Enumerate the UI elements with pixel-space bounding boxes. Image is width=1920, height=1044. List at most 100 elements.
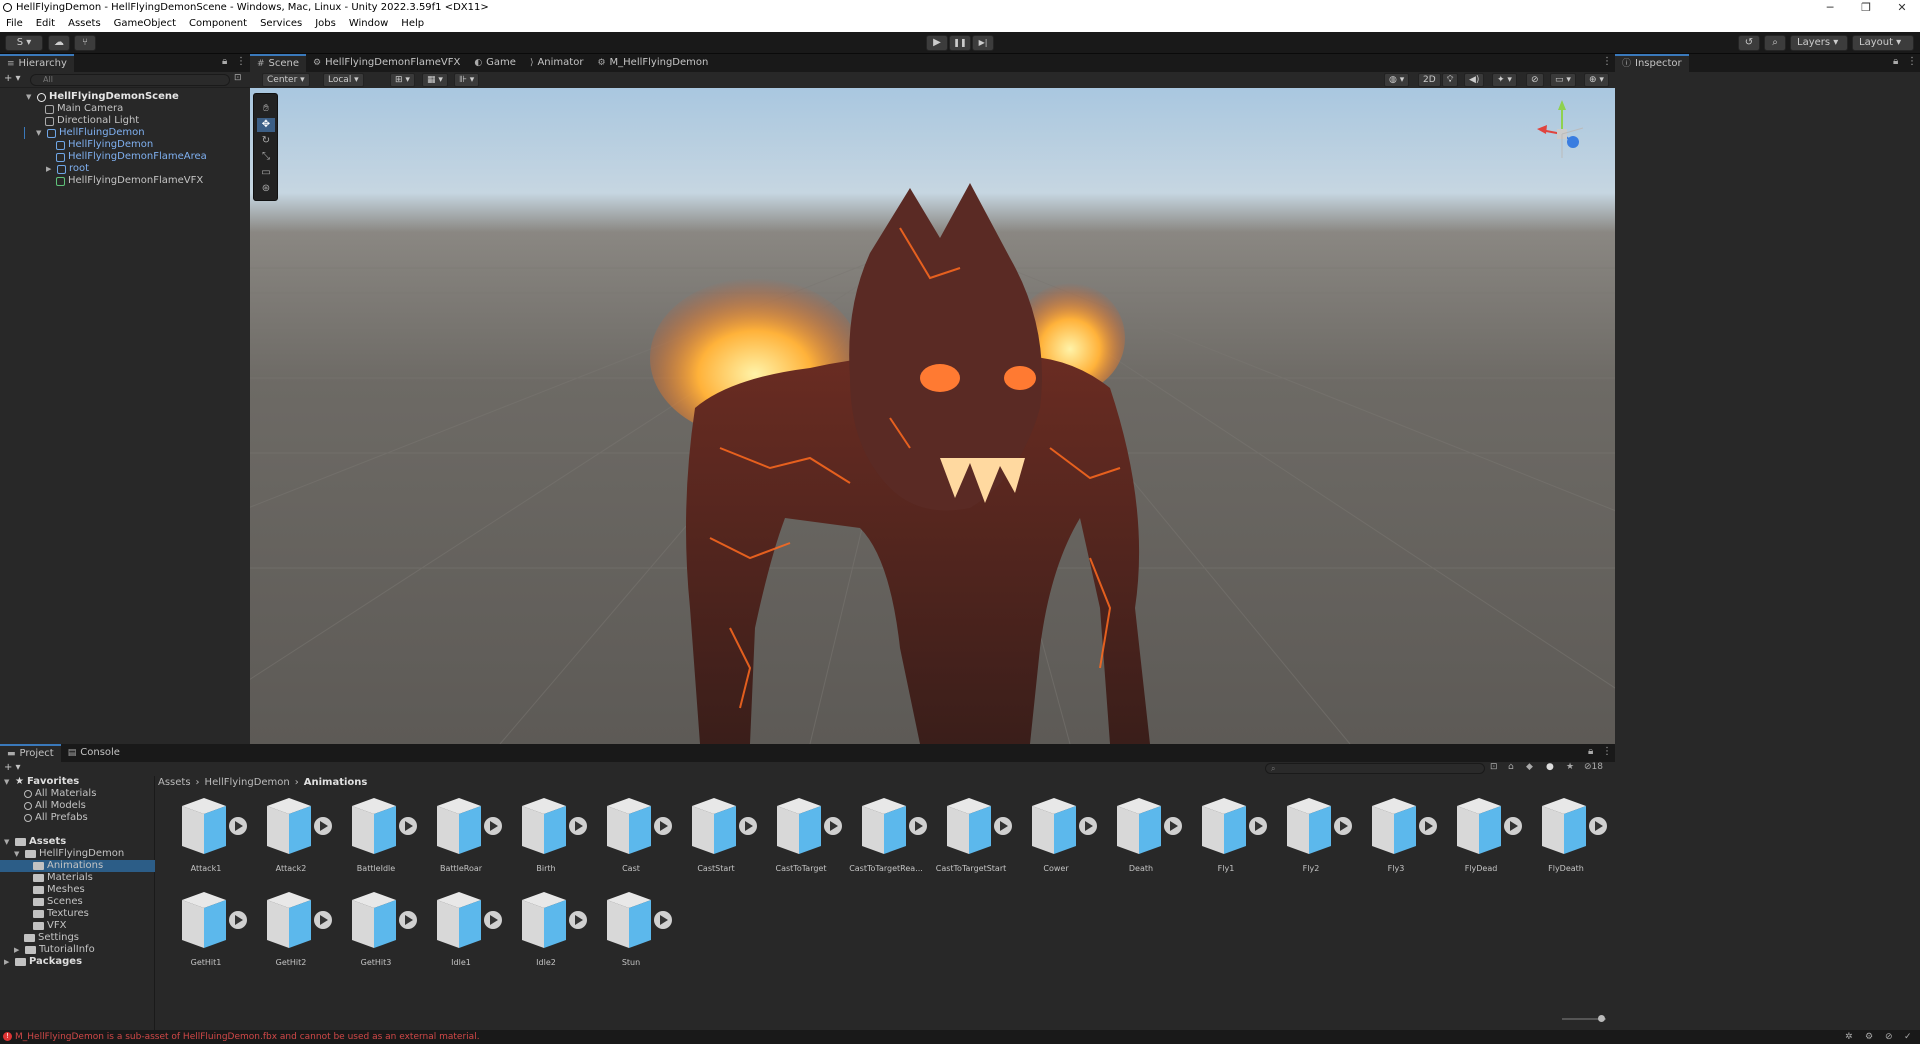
- favorite-star-icon[interactable]: ★: [1566, 762, 1574, 772]
- pause-button[interactable]: ❚❚: [949, 35, 971, 51]
- check-icon[interactable]: ✓: [1904, 1030, 1912, 1044]
- asset-item[interactable]: BattleIdle: [336, 794, 417, 886]
- 2d-toggle[interactable]: 2D: [1418, 73, 1441, 87]
- lock-icon[interactable]: 🔒︎: [222, 56, 227, 67]
- asset-item[interactable]: Fly3: [1356, 794, 1437, 886]
- tab-project[interactable]: ▬ Project: [0, 744, 61, 762]
- folder-row[interactable]: VFX: [33, 920, 66, 932]
- collapse-arrow-icon[interactable]: ▶: [14, 944, 22, 956]
- menu-assets[interactable]: Assets: [68, 16, 101, 32]
- play-button[interactable]: ▶: [926, 35, 948, 51]
- expand-arrow-icon[interactable]: ▼: [36, 127, 44, 139]
- asset-item[interactable]: CastToTargetStart: [931, 794, 1012, 886]
- audio-icon[interactable]: ◀): [1464, 73, 1485, 87]
- folder-row[interactable]: ▶ TutorialInfo: [14, 944, 95, 956]
- space-dropdown[interactable]: Local ▾: [323, 73, 364, 87]
- version-control-icon[interactable]: ⑂: [74, 35, 96, 51]
- menu-window[interactable]: Window: [349, 16, 388, 32]
- rect-tool-icon[interactable]: ▭: [257, 166, 275, 180]
- menu-help[interactable]: Help: [401, 16, 424, 32]
- asset-item[interactable]: Cower: [1016, 794, 1097, 886]
- increment-snap-icon[interactable]: ⊪ ▾: [454, 73, 480, 87]
- status-message[interactable]: M_HellFlyingDemon is a sub-asset of Hell…: [15, 1030, 480, 1044]
- camera-icon[interactable]: ▭ ▾: [1550, 73, 1576, 87]
- tab-hierarchy[interactable]: ≡ Hierarchy: [0, 54, 74, 72]
- info-toggle-icon[interactable]: ●: [1546, 762, 1554, 772]
- pivot-dropdown[interactable]: Center ▾: [262, 73, 310, 87]
- menu-gameobject[interactable]: GameObject: [114, 16, 176, 32]
- maximize-button[interactable]: ❐: [1851, 0, 1881, 16]
- expand-arrow-icon[interactable]: ▼: [14, 848, 22, 860]
- search-options-icon[interactable]: ⊡: [234, 73, 242, 83]
- cloud-icon[interactable]: ☁: [48, 35, 70, 51]
- asset-item[interactable]: CastToTargetRea...: [846, 794, 927, 886]
- asset-item[interactable]: CastToTarget: [761, 794, 842, 886]
- asset-item[interactable]: Idle2: [506, 888, 587, 980]
- lock-icon[interactable]: 🔒︎: [1588, 746, 1593, 757]
- asset-item[interactable]: Fly1: [1186, 794, 1267, 886]
- hierarchy-item[interactable]: HellFlyingDemonFlameArea: [56, 151, 207, 163]
- asset-item[interactable]: Birth: [506, 794, 587, 886]
- breadcrumb-item[interactable]: Assets: [158, 776, 191, 790]
- panel-menu-icon[interactable]: ⋮: [1907, 56, 1917, 67]
- tab-scene-4[interactable]: ⚙ M_HellFlyingDemon: [590, 54, 715, 72]
- expand-arrow-icon[interactable]: ▼: [26, 91, 34, 103]
- hand-tool-icon[interactable]: ✋︎: [257, 102, 275, 116]
- lighting-icon[interactable]: 💡︎: [1442, 73, 1459, 87]
- folder-row[interactable]: Scenes: [33, 896, 83, 908]
- icon-size-slider-thumb[interactable]: [1598, 1015, 1605, 1022]
- collapse-arrow-icon[interactable]: ▶: [46, 163, 54, 175]
- step-button[interactable]: ▶|: [972, 35, 994, 51]
- panel-menu-icon[interactable]: ⋮: [236, 56, 246, 67]
- hierarchy-item[interactable]: Directional Light: [45, 115, 139, 127]
- transform-tool-icon[interactable]: ⊛: [257, 182, 275, 196]
- menu-file[interactable]: File: [6, 16, 23, 32]
- hierarchy-item[interactable]: ▶ root: [46, 163, 89, 175]
- search-by-type-icon[interactable]: ⊡: [1490, 762, 1498, 772]
- tab-scene-3[interactable]: ⟩ Animator: [523, 54, 591, 72]
- layers-dropdown[interactable]: Layers ▾: [1790, 35, 1848, 51]
- tab-console[interactable]: ▤ Console: [61, 744, 127, 762]
- breadcrumb-item[interactable]: HellFlyingDemon: [205, 776, 290, 790]
- folder-row[interactable]: Textures: [33, 908, 89, 920]
- gizmos-icon[interactable]: ⊕ ▾: [1584, 73, 1609, 87]
- tab-scene-1[interactable]: ⚙ HellFlyingDemonFlameVFX: [306, 54, 467, 72]
- collapse-arrow-icon[interactable]: ▶: [4, 956, 12, 968]
- history-icon[interactable]: ↺: [1738, 35, 1760, 51]
- panel-menu-icon[interactable]: ⋮: [1602, 56, 1612, 67]
- hierarchy-search-input[interactable]: All: [30, 74, 230, 86]
- grid-visibility-icon[interactable]: ▦ ▾: [422, 73, 448, 87]
- hierarchy-item[interactable]: HellFlyingDemonFlameVFX: [56, 175, 203, 187]
- favorite-item[interactable]: All Materials: [24, 788, 96, 800]
- orientation-gizmo[interactable]: [1533, 96, 1591, 170]
- folder-row[interactable]: ▼ HellFlyingDemon: [14, 848, 124, 860]
- lighting-bake-icon[interactable]: ⊘: [1885, 1030, 1893, 1044]
- layout-dropdown[interactable]: Layout ▾: [1852, 35, 1914, 51]
- scene-viewport[interactable]: ✋︎ ✥ ↻ ⤡ ▭ ⊛: [250, 88, 1615, 744]
- menu-services[interactable]: Services: [260, 16, 302, 32]
- grid-snap-icon[interactable]: ⊞ ▾: [390, 73, 415, 87]
- hidden-objects-icon[interactable]: ⊘: [1526, 73, 1544, 87]
- search-by-label-icon[interactable]: ⌂: [1508, 762, 1514, 772]
- tag-icon[interactable]: ◆: [1526, 762, 1533, 772]
- close-button[interactable]: ✕: [1887, 0, 1917, 16]
- asset-item[interactable]: Fly2: [1271, 794, 1352, 886]
- breadcrumb-current[interactable]: Animations: [304, 776, 368, 790]
- scale-tool-icon[interactable]: ⤡: [257, 150, 275, 164]
- asset-item[interactable]: FlyDeath: [1526, 794, 1607, 886]
- folder-row[interactable]: Materials: [33, 872, 93, 884]
- tab-inspector[interactable]: ⓘ Inspector: [1615, 54, 1689, 72]
- draw-mode-icon[interactable]: ◍ ▾: [1384, 73, 1410, 87]
- search-icon[interactable]: ⌕: [1764, 35, 1786, 51]
- tab-scene-2[interactable]: ◐ Game: [467, 54, 523, 72]
- expand-arrow-icon[interactable]: ▼: [4, 836, 12, 848]
- asset-item[interactable]: Idle1: [421, 888, 502, 980]
- expand-arrow-icon[interactable]: ▼: [4, 776, 12, 788]
- icon-size-slider[interactable]: [1562, 1015, 1606, 1022]
- asset-item[interactable]: Attack1: [166, 794, 247, 886]
- packages-row[interactable]: ▶ Packages: [4, 956, 82, 968]
- asset-item[interactable]: Attack2: [251, 794, 332, 886]
- folder-row[interactable]: Meshes: [33, 884, 85, 896]
- assets-root-row[interactable]: ▼ Assets: [4, 836, 66, 848]
- rotate-tool-icon[interactable]: ↻: [257, 134, 275, 148]
